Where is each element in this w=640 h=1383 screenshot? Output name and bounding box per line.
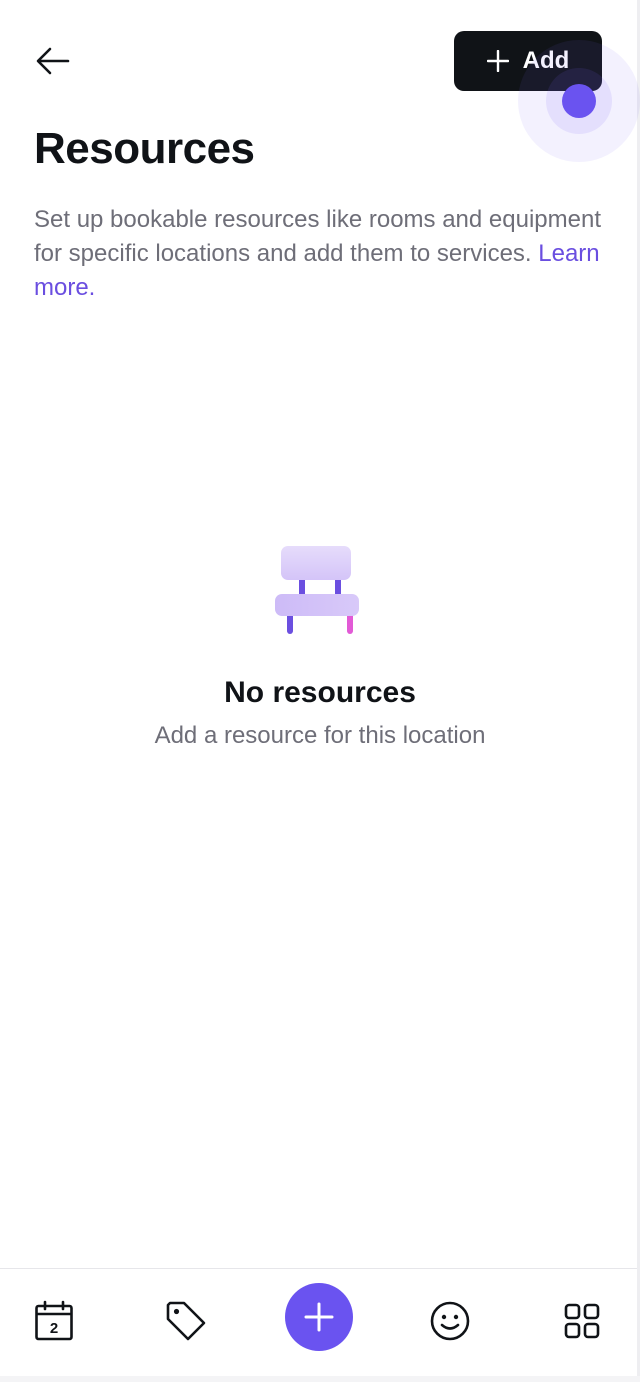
back-button[interactable] xyxy=(30,40,76,82)
nav-tags[interactable] xyxy=(156,1291,216,1351)
plus-icon xyxy=(304,1302,334,1332)
tag-icon xyxy=(166,1301,206,1341)
empty-state: No resources Add a resource for this loc… xyxy=(0,540,640,750)
grid-icon xyxy=(564,1303,600,1339)
bottom-navigation: 2 xyxy=(0,1268,637,1383)
empty-state-subtitle: Add a resource for this location xyxy=(154,722,486,749)
page-description: Set up bookable resources like rooms and… xyxy=(34,203,609,305)
smiley-icon xyxy=(430,1301,470,1341)
calendar-date: 2 xyxy=(50,1320,58,1337)
calendar-icon: 2 xyxy=(35,1300,73,1341)
arrow-left-icon xyxy=(36,47,70,75)
chair-icon xyxy=(275,546,359,634)
home-indicator-area xyxy=(0,1376,640,1382)
nav-calendar[interactable]: 2 xyxy=(24,1291,84,1351)
touch-indicator xyxy=(562,84,596,118)
nav-add-button[interactable] xyxy=(285,1283,353,1351)
nav-clients[interactable] xyxy=(420,1291,480,1351)
empty-state-title: No resources xyxy=(224,676,416,709)
description-text: Set up bookable resources like rooms and… xyxy=(34,206,601,267)
plus-icon xyxy=(486,50,509,72)
page-title: Resources xyxy=(34,124,255,173)
nav-more[interactable] xyxy=(552,1291,612,1351)
